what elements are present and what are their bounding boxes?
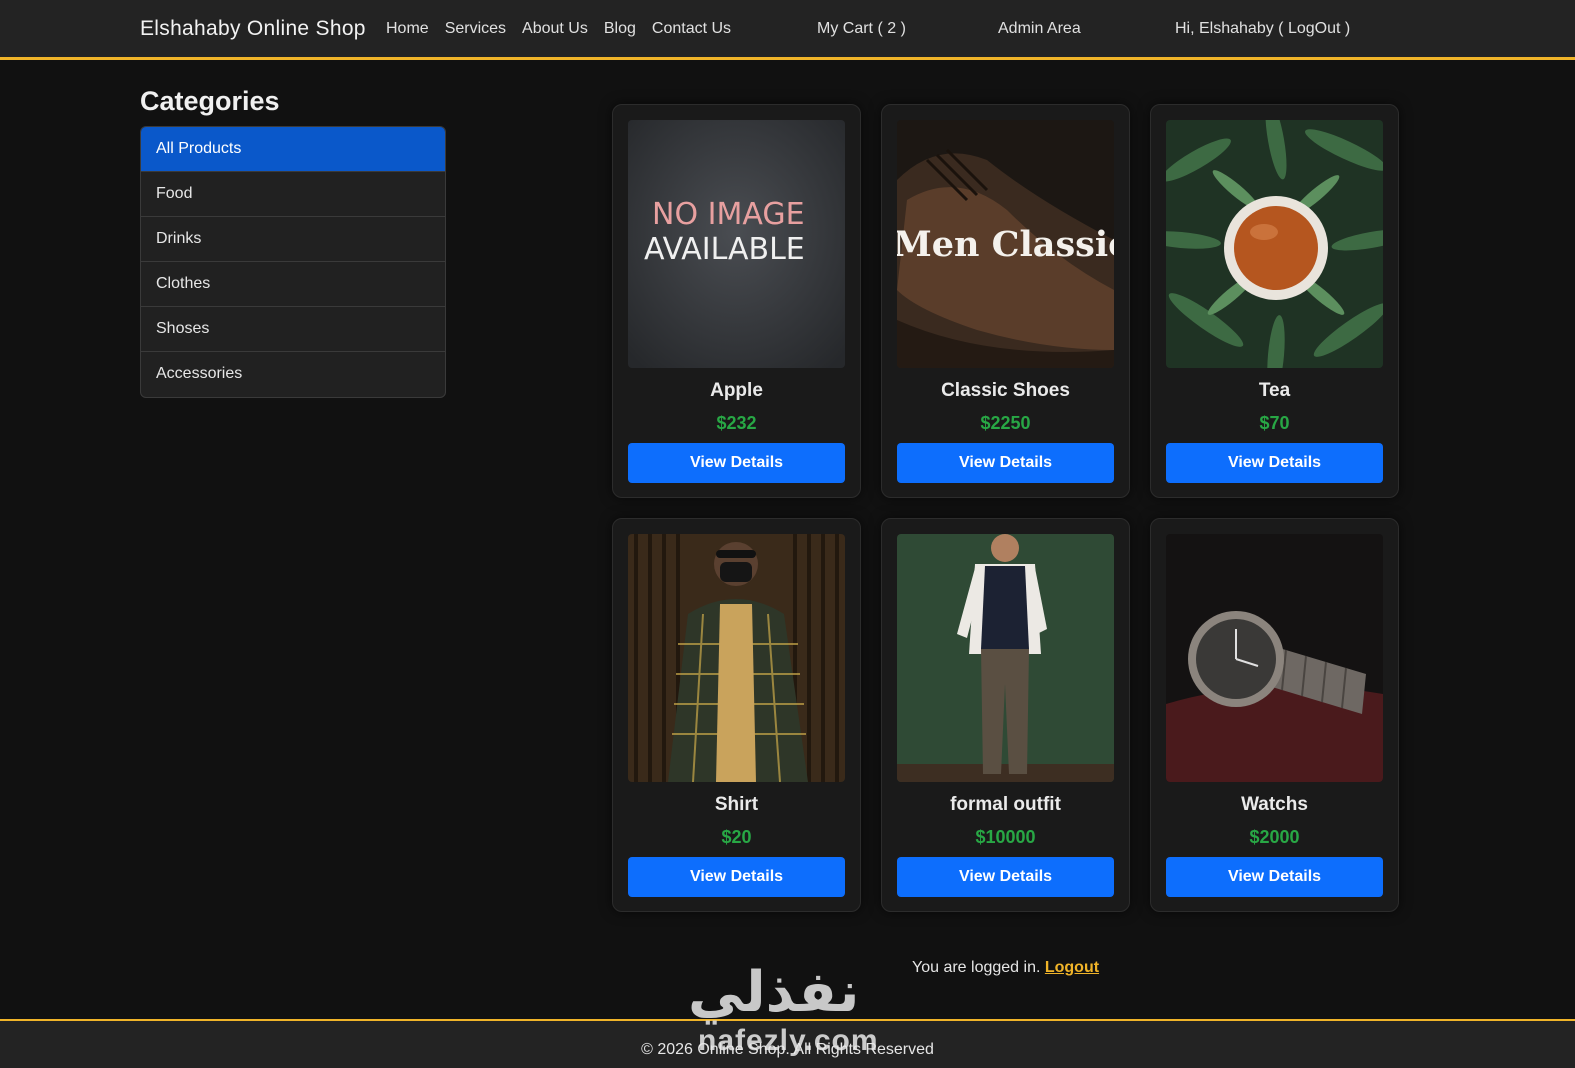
svg-text:AVAILABLE: AVAILABLE	[644, 232, 805, 267]
product-card: formal outfit $10000 View Details	[881, 518, 1130, 912]
logout-link[interactable]: Logout	[1045, 959, 1099, 976]
product-name: Watchs	[1241, 794, 1308, 815]
categories-title: Categories	[140, 86, 280, 116]
product-image-no-image[interactable]: NO IMAGE AVAILABLE	[628, 120, 845, 368]
category-food[interactable]: Food	[141, 172, 445, 217]
product-image-classic-shoes[interactable]: Men Classic	[897, 120, 1114, 368]
admin-area-link[interactable]: Admin Area	[998, 20, 1081, 38]
product-card: Men Classic Classic Shoes $2250 View Det…	[881, 104, 1130, 498]
view-details-button[interactable]: View Details	[1166, 443, 1383, 483]
product-name: Tea	[1258, 380, 1291, 401]
formal-outfit-person-icon	[897, 534, 1114, 782]
product-card: Shirt $20 View Details	[612, 518, 861, 912]
my-cart-link[interactable]: My Cart ( 2 )	[817, 20, 906, 38]
product-price: $70	[1259, 413, 1290, 433]
product-image-formal-outfit[interactable]	[897, 534, 1114, 782]
nav-home[interactable]: Home	[386, 20, 429, 38]
product-name: Apple	[710, 380, 763, 401]
tea-cup-icon	[1166, 120, 1383, 368]
view-details-button[interactable]: View Details	[897, 857, 1114, 897]
product-image-shirt[interactable]	[628, 534, 845, 782]
category-list: All Products Food Drinks Clothes Shoses …	[140, 126, 446, 398]
view-details-button[interactable]: View Details	[1166, 857, 1383, 897]
category-all-products[interactable]: All Products	[141, 127, 445, 172]
category-drinks[interactable]: Drinks	[141, 217, 445, 262]
category-shoses[interactable]: Shoses	[141, 307, 445, 352]
product-name: Shirt	[714, 794, 759, 815]
product-card: Watchs $2000 View Details	[1150, 518, 1399, 912]
product-price: $10000	[975, 827, 1036, 847]
product-name: Classic Shoes	[941, 380, 1070, 401]
brand-logo[interactable]: Elshahaby Online Shop	[140, 17, 366, 41]
product-grid: NO IMAGE AVAILABLE Apple $232 View Detai…	[612, 104, 1399, 912]
svg-text:NO IMAGE: NO IMAGE	[652, 197, 805, 232]
svg-text:Men Classic: Men Classic	[897, 224, 1114, 265]
product-card: NO IMAGE AVAILABLE Apple $232 View Detai…	[612, 104, 861, 498]
view-details-button[interactable]: View Details	[897, 443, 1114, 483]
copyright-text: © 2026 Online Shop. All Rights Reserved	[641, 1041, 934, 1058]
product-price: $2000	[1249, 827, 1300, 847]
nav-blog[interactable]: Blog	[604, 20, 636, 38]
product-image-watchs[interactable]	[1166, 534, 1383, 782]
user-logout-link[interactable]: Hi, Elshahaby ( LogOut )	[1175, 20, 1350, 38]
page-footer: © 2026 Online Shop. All Rights Reserved	[0, 1019, 1575, 1068]
nav-links: Home Services About Us Blog Contact Us	[386, 20, 731, 38]
no-image-placeholder-icon: NO IMAGE AVAILABLE	[628, 120, 845, 368]
product-name: formal outfit	[950, 794, 1061, 815]
nav-contact[interactable]: Contact Us	[652, 20, 731, 38]
view-details-button[interactable]: View Details	[628, 857, 845, 897]
product-price: $2250	[980, 413, 1031, 433]
nav-services[interactable]: Services	[445, 20, 506, 38]
top-navbar: Elshahaby Online Shop Home Services Abou…	[0, 0, 1575, 60]
logged-in-text: You are logged in.	[912, 959, 1041, 976]
product-price: $20	[721, 827, 752, 847]
product-card: Tea $70 View Details	[1150, 104, 1399, 498]
logged-in-message: You are logged in. Logout	[912, 959, 1099, 977]
watch-icon	[1166, 534, 1383, 782]
category-accessories[interactable]: Accessories	[141, 352, 445, 397]
nav-about[interactable]: About Us	[522, 20, 588, 38]
shoe-icon: Men Classic	[897, 120, 1114, 368]
plaid-shirt-person-icon	[628, 534, 845, 782]
product-image-tea[interactable]	[1166, 120, 1383, 368]
view-details-button[interactable]: View Details	[628, 443, 845, 483]
product-price: $232	[716, 413, 757, 433]
category-clothes[interactable]: Clothes	[141, 262, 445, 307]
